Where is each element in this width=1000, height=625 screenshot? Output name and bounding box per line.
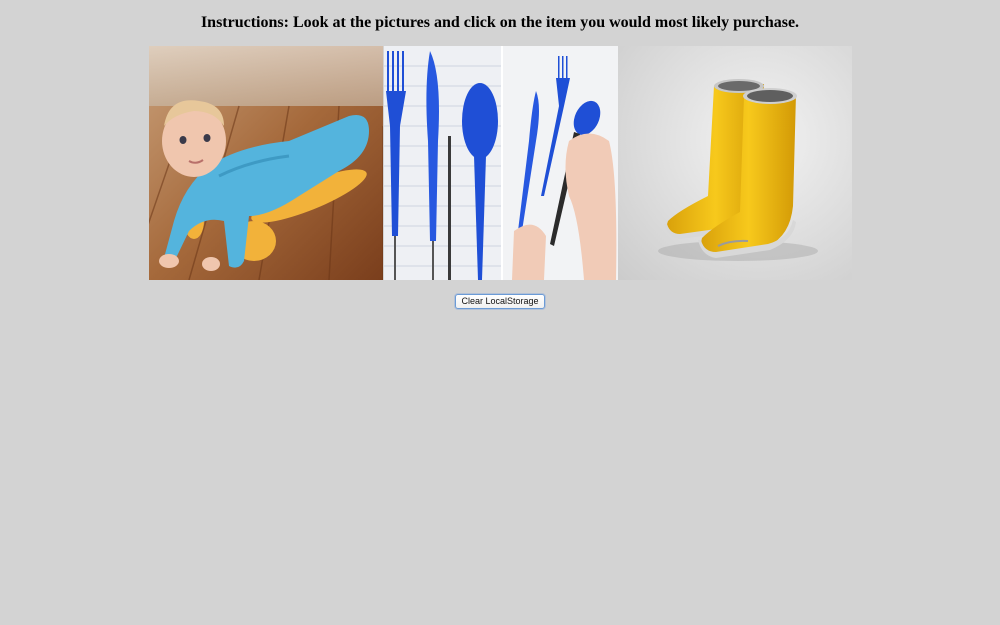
clear-localstorage-button[interactable]: Clear LocalStorage <box>455 294 545 309</box>
page: Instructions: Look at the pictures and c… <box>0 0 1000 625</box>
product-baby-mop-onesie[interactable] <box>149 46 383 280</box>
yellow-rain-boots-image <box>618 46 852 280</box>
blue-cutlery-pens-image <box>383 46 618 280</box>
baby-mop-onesie-image <box>149 46 383 280</box>
product-rain-boots[interactable] <box>618 46 852 280</box>
instructions-text: Instructions: Look at the pictures and c… <box>200 14 800 31</box>
product-cutlery-pens[interactable] <box>383 46 618 280</box>
product-gallery <box>149 46 852 280</box>
